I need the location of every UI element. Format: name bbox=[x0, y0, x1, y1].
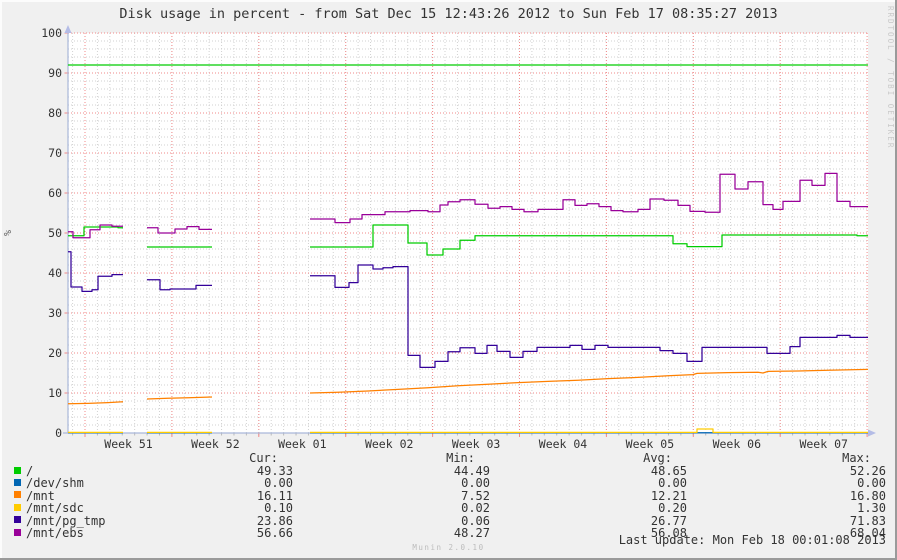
x-axis-tick-label: Week 01 bbox=[278, 437, 327, 451]
legend-value: 0.00 bbox=[658, 477, 687, 489]
y-axis-title: % bbox=[3, 230, 14, 236]
legend-value: 0.20 bbox=[658, 502, 687, 514]
x-axis-tick-label: Week 51 bbox=[104, 437, 153, 451]
x-axis-tick-label: Week 03 bbox=[452, 437, 501, 451]
legend-swatch-icon bbox=[14, 504, 21, 511]
legend-row-label: /mnt/pg_tmp bbox=[26, 515, 105, 527]
legend-row-label: / bbox=[26, 465, 33, 477]
legend-value: 52.26 bbox=[850, 465, 886, 477]
legend-swatch-icon bbox=[14, 491, 21, 498]
legend-swatch-icon bbox=[14, 467, 21, 474]
munin-version-text: Munin 2.0.10 bbox=[0, 543, 897, 552]
legend-swatch-icon bbox=[14, 516, 21, 523]
munin-graph-panel: Disk usage in percent - from Sat Dec 15 … bbox=[0, 0, 897, 560]
legend-value: 16.11 bbox=[257, 490, 293, 502]
y-axis-arrow-icon bbox=[65, 25, 72, 33]
legend-column-header: Cur: bbox=[249, 452, 278, 464]
legend-value: 26.77 bbox=[651, 515, 687, 527]
legend-value: 12.21 bbox=[651, 490, 687, 502]
y-axis-tick-label: 100 bbox=[41, 26, 62, 40]
legend-column-header: Avg: bbox=[643, 452, 672, 464]
legend-value: 16.80 bbox=[850, 490, 886, 502]
y-axis-tick-label: 90 bbox=[48, 66, 62, 80]
legend-value: 48.27 bbox=[454, 527, 490, 539]
x-axis-arrow-icon bbox=[868, 430, 876, 437]
x-axis-tick-label: Week 07 bbox=[799, 437, 848, 451]
legend-row-label: /dev/shm bbox=[26, 477, 84, 489]
legend-value: 0.10 bbox=[264, 502, 293, 514]
legend-swatch-icon bbox=[14, 479, 21, 486]
x-axis-tick-label: Week 02 bbox=[365, 437, 413, 451]
legend-value: 1.30 bbox=[857, 502, 886, 514]
legend-value: 49.33 bbox=[257, 465, 293, 477]
x-axis-tick-label: Week 06 bbox=[713, 437, 762, 451]
legend-value: 0.06 bbox=[461, 515, 490, 527]
legend-value: 0.00 bbox=[461, 477, 490, 489]
legend-value: 0.00 bbox=[264, 477, 293, 489]
y-axis-tick-label: 50 bbox=[48, 226, 62, 240]
y-axis-tick-label: 60 bbox=[48, 186, 62, 200]
legend-value: 0.02 bbox=[461, 502, 490, 514]
legend-value: 7.52 bbox=[461, 490, 490, 502]
y-axis-tick-label: 0 bbox=[55, 426, 62, 440]
legend-row-label: /mnt/ebs bbox=[26, 527, 84, 539]
y-axis-tick-label: 30 bbox=[48, 306, 62, 320]
plot-area: 0 10 20 30 40 50 60 70 80 90 100 Week 51 Week 52 Week… bbox=[0, 0, 897, 455]
y-axis-tick-label: 20 bbox=[48, 346, 62, 360]
x-axis-tick-label: Week 04 bbox=[539, 437, 588, 451]
legend-value: 0.00 bbox=[857, 477, 886, 489]
legend-row-label: /mnt bbox=[26, 490, 55, 502]
legend-row-label: /mnt/sdc bbox=[26, 502, 84, 514]
legend-value: 23.86 bbox=[257, 515, 293, 527]
legend-value: 71.83 bbox=[850, 515, 886, 527]
y-axis-tick-label: 40 bbox=[48, 266, 62, 280]
y-axis-tick-label: 10 bbox=[48, 386, 62, 400]
legend-value: 44.49 bbox=[454, 465, 490, 477]
legend-column-header: Min: bbox=[446, 452, 475, 464]
legend-value: 48.65 bbox=[651, 465, 687, 477]
y-axis-tick-label: 80 bbox=[48, 106, 62, 120]
legend-value: 56.66 bbox=[257, 527, 293, 539]
x-axis-tick-label: Week 52 bbox=[191, 437, 239, 451]
x-axis-tick-label: Week 05 bbox=[626, 437, 674, 451]
legend-swatch-icon bbox=[14, 529, 21, 536]
y-axis-tick-label: 70 bbox=[48, 146, 62, 160]
legend-column-header: Max: bbox=[842, 452, 871, 464]
